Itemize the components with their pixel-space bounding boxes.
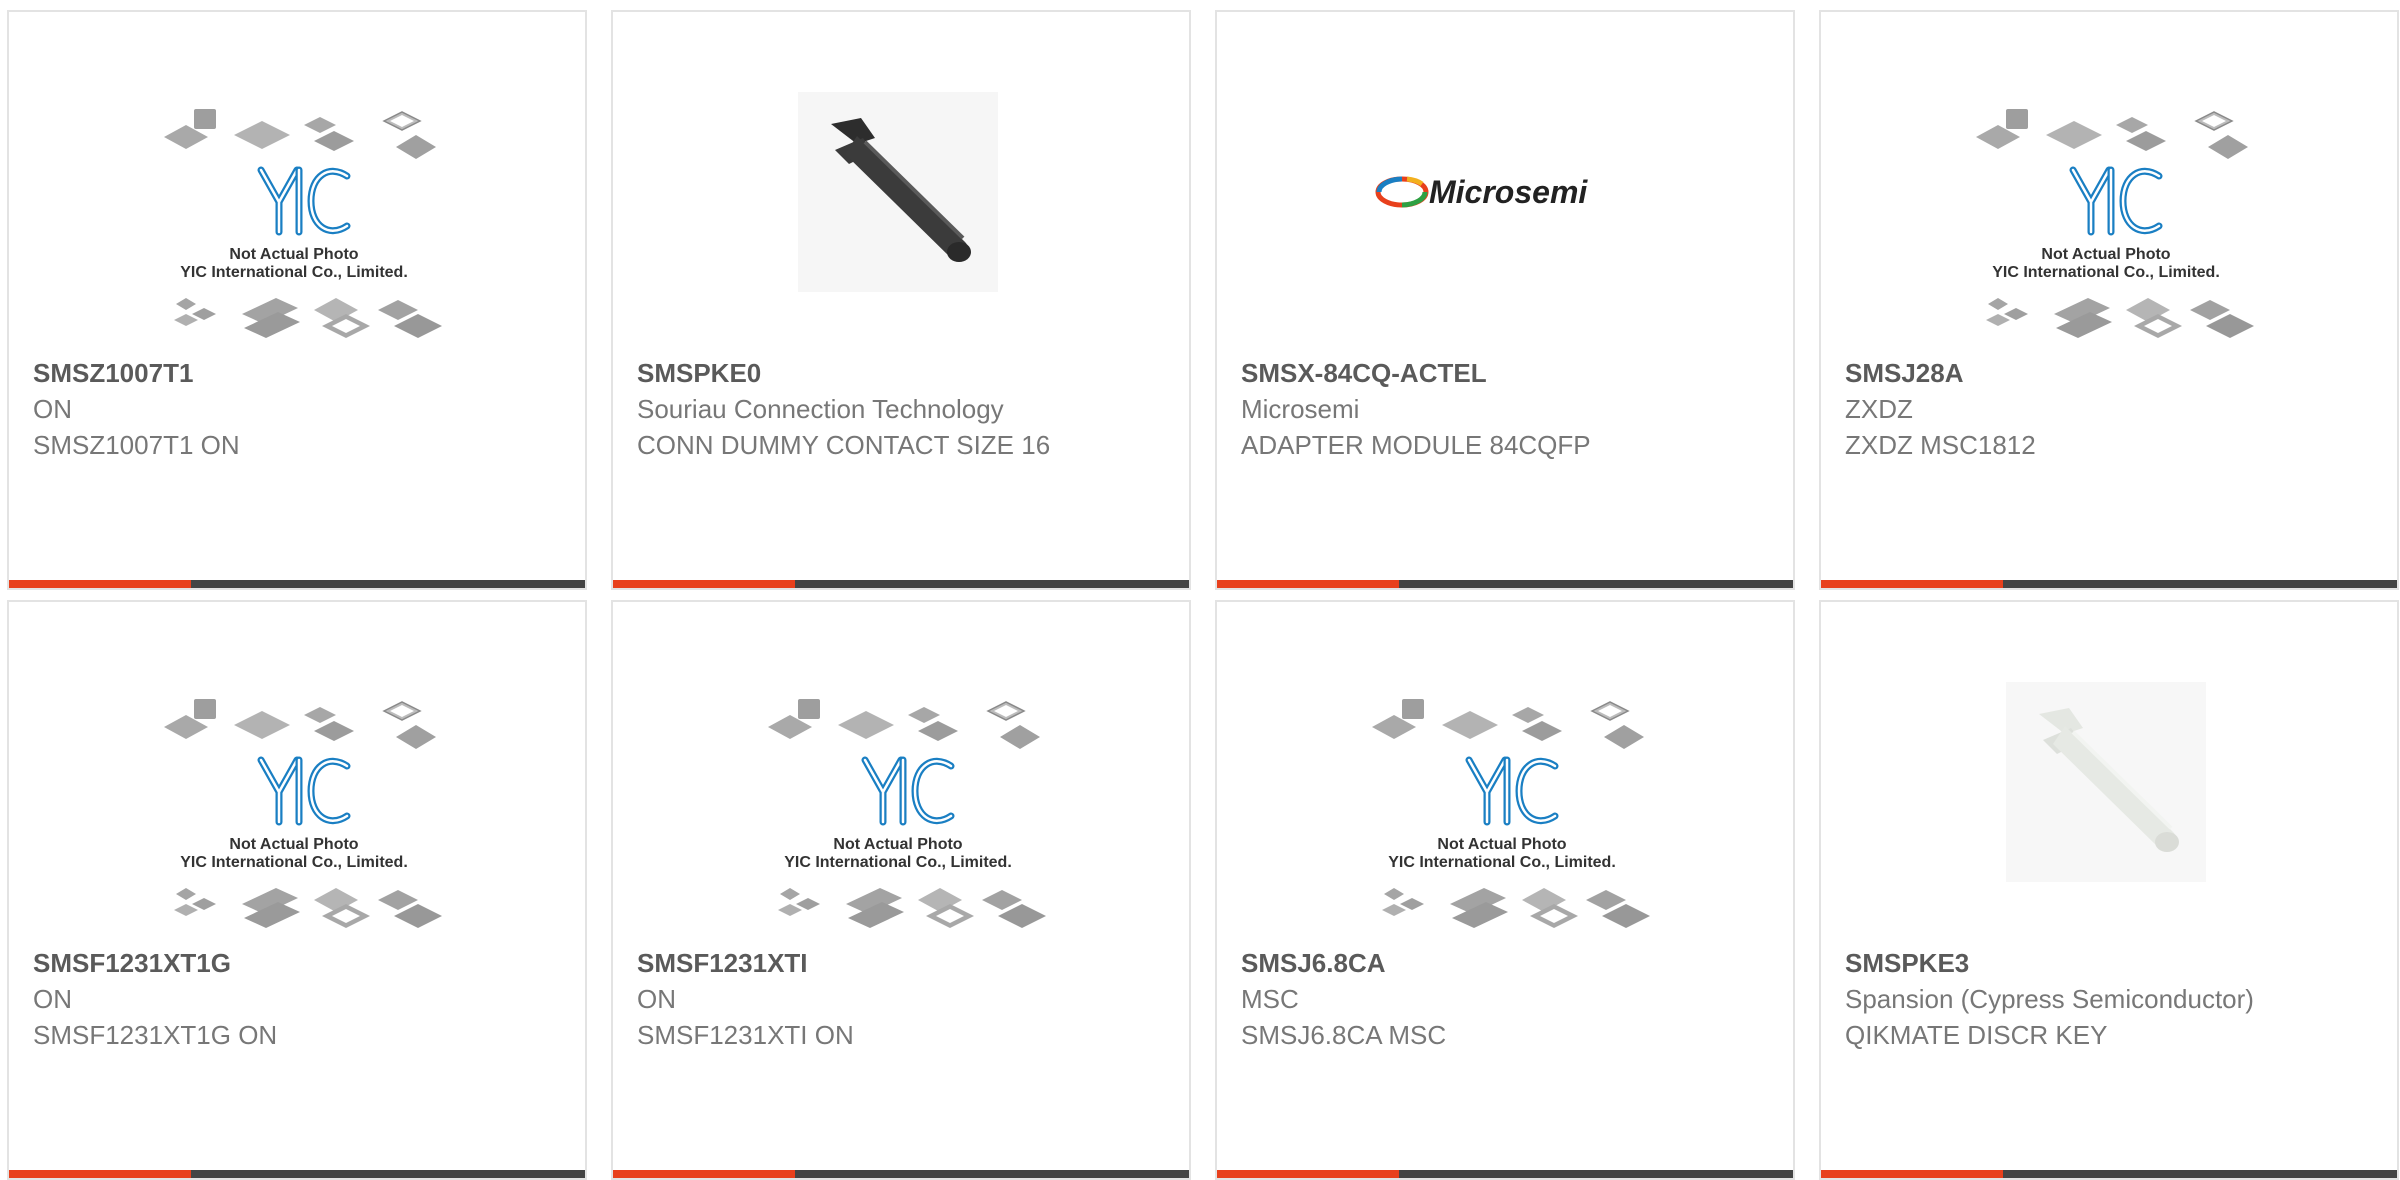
- description: SMSF1231XT1G ON: [33, 1020, 278, 1050]
- placeholder-line2: YIC International Co., Limited.: [180, 264, 408, 281]
- description: SMSZ1007T1 ON: [33, 430, 240, 460]
- product-image-white-pin[interactable]: [1821, 682, 2397, 952]
- card-accent-bar: [613, 580, 1189, 588]
- product-info: SMSZ1007T1 ON SMSZ1007T1 ON: [33, 355, 453, 463]
- yic-logo-icon: [257, 756, 351, 826]
- placeholder-line1: Not Actual Photo: [2041, 246, 2170, 263]
- description: SMSF1231XTI ON: [637, 1020, 854, 1050]
- product-grid: Not Actual Photo YIC International Co., …: [7, 10, 2399, 1180]
- manufacturer: Spansion (Cypress Semiconductor): [1845, 984, 2254, 1014]
- product-info: SMSPKE0 Souriau Connection Technology CO…: [637, 355, 1057, 463]
- manufacturer: Microsemi: [1241, 394, 1360, 424]
- product-image-logo[interactable]: Microsemi: [1217, 92, 1793, 362]
- product-card[interactable]: Not Actual Photo YIC International Co., …: [1819, 10, 2399, 590]
- yic-logo-icon: [861, 756, 955, 826]
- product-card[interactable]: Not Actual Photo YIC International Co., …: [611, 600, 1191, 1180]
- placeholder-line2: YIC International Co., Limited.: [1992, 264, 2220, 281]
- part-number-link[interactable]: SMSJ28A: [1845, 355, 2265, 391]
- description: ADAPTER MODULE 84CQFP: [1241, 430, 1591, 460]
- placeholder-line1: Not Actual Photo: [229, 836, 358, 853]
- manufacturer: MSC: [1241, 984, 1299, 1014]
- card-accent-bar: [1217, 580, 1793, 588]
- yic-logo-icon: [1465, 756, 1559, 826]
- placeholder-line1: Not Actual Photo: [833, 836, 962, 853]
- yic-logo-icon: [257, 166, 351, 236]
- description: CONN DUMMY CONTACT SIZE 16: [637, 430, 1051, 460]
- part-number-link[interactable]: SMSJ6.8CA: [1241, 945, 1661, 981]
- placeholder-line1: Not Actual Photo: [1437, 836, 1566, 853]
- product-card[interactable]: Not Actual Photo YIC International Co., …: [7, 600, 587, 1180]
- product-image-placeholder[interactable]: Not Actual Photo YIC International Co., …: [613, 682, 1189, 952]
- product-info: SMSF1231XTI ON SMSF1231XTI ON: [637, 945, 1057, 1053]
- card-accent-bar: [9, 1170, 585, 1178]
- placeholder-line2: YIC International Co., Limited.: [784, 854, 1012, 871]
- placeholder-line1: Not Actual Photo: [229, 246, 358, 263]
- product-image-placeholder[interactable]: Not Actual Photo YIC International Co., …: [1821, 92, 2397, 362]
- manufacturer: ON: [33, 394, 72, 424]
- product-card[interactable]: Not Actual Photo YIC International Co., …: [1215, 600, 1795, 1180]
- microsemi-logo-text: Microsemi: [1429, 174, 1588, 210]
- part-number-link[interactable]: SMSPKE3: [1845, 945, 2265, 981]
- manufacturer: ON: [33, 984, 72, 1014]
- product-card[interactable]: SMSPKE0 Souriau Connection Technology CO…: [611, 10, 1191, 590]
- product-image-placeholder[interactable]: Not Actual Photo YIC International Co., …: [1217, 682, 1793, 952]
- manufacturer: ON: [637, 984, 676, 1014]
- product-info: SMSX-84CQ-ACTEL Microsemi ADAPTER MODULE…: [1241, 355, 1661, 463]
- product-card[interactable]: SMSPKE3 Spansion (Cypress Semiconductor)…: [1819, 600, 2399, 1180]
- card-accent-bar: [613, 1170, 1189, 1178]
- placeholder-line2: YIC International Co., Limited.: [180, 854, 408, 871]
- product-info: SMSJ6.8CA MSC SMSJ6.8CA MSC: [1241, 945, 1661, 1053]
- product-card[interactable]: Microsemi SMSX-84CQ-ACTEL Microsemi ADAP…: [1215, 10, 1795, 590]
- part-number-link[interactable]: SMSX-84CQ-ACTEL: [1241, 355, 1661, 391]
- description: ZXDZ MSC1812: [1845, 430, 2036, 460]
- card-accent-bar: [1217, 1170, 1793, 1178]
- placeholder-line2: YIC International Co., Limited.: [1388, 854, 1616, 871]
- manufacturer: Souriau Connection Technology: [637, 394, 1004, 424]
- description: SMSJ6.8CA MSC: [1241, 1020, 1447, 1050]
- yic-logo-icon: [2069, 166, 2163, 236]
- description: QIKMATE DISCR KEY: [1845, 1020, 2108, 1050]
- product-info: SMSJ28A ZXDZ ZXDZ MSC1812: [1845, 355, 2265, 463]
- manufacturer: ZXDZ: [1845, 394, 1913, 424]
- product-image-dark-pin[interactable]: [613, 92, 1189, 362]
- part-number-link[interactable]: SMSF1231XT1G: [33, 945, 453, 981]
- product-image-placeholder[interactable]: Not Actual Photo YIC International Co., …: [9, 682, 585, 952]
- card-accent-bar: [1821, 1170, 2397, 1178]
- product-info: SMSPKE3 Spansion (Cypress Semiconductor)…: [1845, 945, 2265, 1053]
- card-accent-bar: [1821, 580, 2397, 588]
- part-number-link[interactable]: SMSPKE0: [637, 355, 1057, 391]
- product-image-placeholder[interactable]: Not Actual Photo YIC International Co., …: [9, 92, 585, 362]
- part-number-link[interactable]: SMSZ1007T1: [33, 355, 453, 391]
- microsemi-logo-icon: [1375, 176, 1429, 208]
- part-number-link[interactable]: SMSF1231XTI: [637, 945, 1057, 981]
- product-info: SMSF1231XT1G ON SMSF1231XT1G ON: [33, 945, 453, 1053]
- product-card[interactable]: Not Actual Photo YIC International Co., …: [7, 10, 587, 590]
- card-accent-bar: [9, 580, 585, 588]
